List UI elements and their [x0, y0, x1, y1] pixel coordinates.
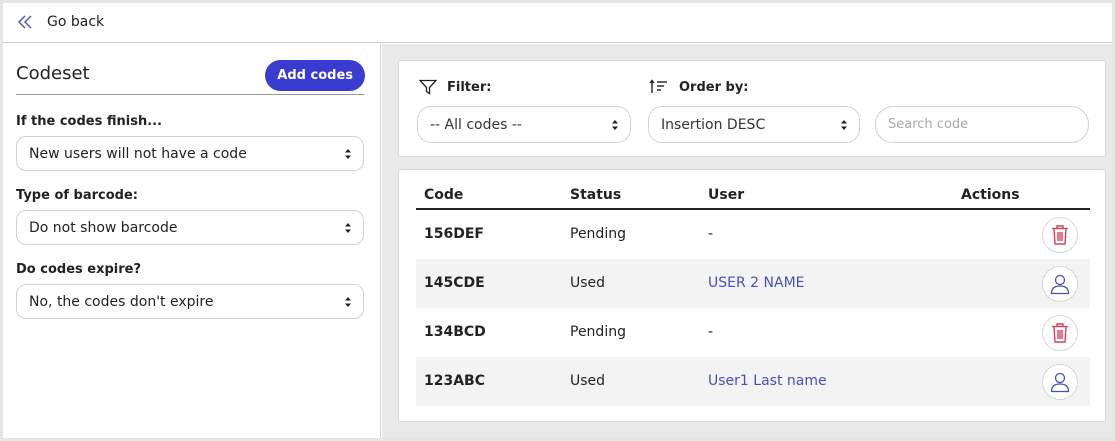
table-row: 156DEF Pending - — [416, 210, 1090, 259]
codes-finish-label: If the codes finish... — [16, 114, 163, 129]
go-back-button[interactable]: Go back — [17, 9, 104, 35]
filter-heading: Filter: — [419, 79, 491, 95]
column-header-status: Status — [570, 187, 622, 203]
order-heading: Order by: — [649, 79, 749, 95]
status-cell: Used — [570, 275, 606, 291]
user-cell: - — [708, 324, 714, 340]
filter-value: -- All codes -- — [430, 116, 522, 133]
codeset-title: Codeset — [16, 63, 90, 84]
code-cell: 156DEF — [424, 226, 484, 242]
funnel-icon — [419, 79, 437, 95]
barcode-type-label: Type of barcode: — [16, 188, 139, 203]
delete-code-button[interactable] — [1042, 315, 1078, 351]
user-icon — [1050, 274, 1070, 295]
status-cell: Pending — [570, 324, 626, 340]
filter-label: Filter: — [447, 79, 492, 95]
user-link[interactable]: USER 2 NAME — [708, 275, 805, 291]
codes-expire-value: No, the codes don't expire — [29, 293, 214, 310]
barcode-type-select[interactable]: Do not show barcode — [16, 210, 364, 245]
column-header-code: Code — [424, 187, 464, 203]
filter-card: Filter: -- All codes -- Order by: Insert… — [398, 60, 1106, 157]
go-back-label: Go back — [47, 14, 105, 30]
select-arrows-icon — [345, 149, 351, 159]
select-arrows-icon — [345, 223, 351, 233]
codes-area: Filter: -- All codes -- Order by: Insert… — [382, 44, 1112, 438]
order-value: Insertion DESC — [661, 116, 766, 133]
delete-code-button[interactable] — [1042, 217, 1078, 253]
code-cell: 134BCD — [424, 324, 486, 340]
table-row: 134BCD Pending - — [416, 308, 1090, 357]
trash-icon — [1052, 323, 1068, 343]
code-cell: 145CDE — [424, 275, 485, 291]
filter-select[interactable]: -- All codes -- — [417, 106, 631, 143]
column-header-actions: Actions — [961, 187, 1020, 203]
view-user-button[interactable] — [1042, 364, 1078, 400]
codes-expire-label: Do codes expire? — [16, 262, 142, 277]
codes-finish-select[interactable]: New users will not have a code — [16, 136, 364, 171]
column-header-user: User — [708, 187, 745, 203]
order-label: Order by: — [679, 79, 749, 95]
order-select[interactable]: Insertion DESC — [648, 106, 860, 143]
barcode-type-value: Do not show barcode — [29, 219, 178, 236]
trash-icon — [1052, 225, 1068, 245]
add-codes-button[interactable]: Add codes — [265, 60, 365, 91]
sort-descending-icon — [649, 79, 667, 93]
double-chevron-left-icon — [17, 14, 33, 30]
select-arrows-icon — [841, 120, 847, 130]
codeset-settings-panel: Codeset Add codes If the codes finish...… — [3, 44, 381, 438]
user-cell: - — [708, 226, 714, 242]
table-row: 145CDE Used USER 2 NAME — [416, 259, 1090, 308]
table-header: Code Status User Actions — [416, 170, 1090, 210]
table-row: 123ABC Used User1 Last name — [416, 357, 1090, 406]
codes-table: Code Status User Actions 156DEF Pending … — [398, 169, 1106, 422]
user-icon — [1050, 372, 1070, 393]
select-arrows-icon — [612, 120, 618, 130]
code-cell: 123ABC — [424, 373, 486, 389]
codes-expire-select[interactable]: No, the codes don't expire — [16, 284, 364, 319]
codes-finish-value: New users will not have a code — [29, 145, 247, 162]
search-code-input[interactable] — [875, 106, 1089, 143]
top-bar: Go back — [3, 3, 1112, 43]
user-link[interactable]: User1 Last name — [708, 373, 827, 389]
status-cell: Pending — [570, 226, 626, 242]
codeset-header: Codeset Add codes — [16, 60, 365, 95]
select-arrows-icon — [345, 297, 351, 307]
status-cell: Used — [570, 373, 606, 389]
app-frame: Go back Codeset Add codes If the codes f… — [3, 3, 1112, 438]
view-user-button[interactable] — [1042, 266, 1078, 302]
